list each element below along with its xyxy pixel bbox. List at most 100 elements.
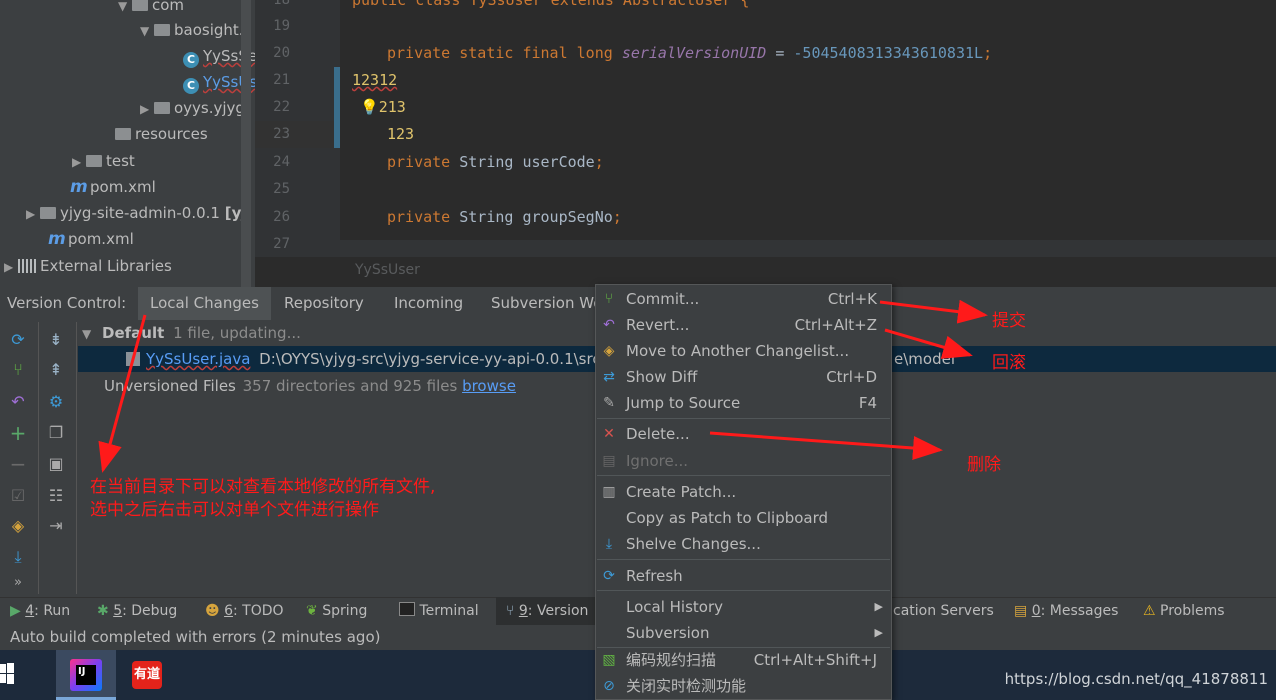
tool-problems[interactable]: ⚠ Problems bbox=[1143, 597, 1225, 625]
annotation-revert: 回滚 bbox=[992, 353, 1026, 373]
disable-icon: ⊘ bbox=[603, 678, 615, 694]
tool-messages[interactable]: ▤ 0: Messages bbox=[1014, 597, 1118, 625]
intellij-idea-logo: IJ bbox=[76, 665, 96, 685]
tree-item-root-pom-xml[interactable]: m pom.xml bbox=[48, 226, 134, 252]
rollback-icon[interactable]: ↶ bbox=[7, 391, 29, 413]
menu-item-delete[interactable]: ✕ Delete... bbox=[596, 421, 891, 447]
code-line[interactable]: 💡213 bbox=[360, 94, 406, 121]
more-icon[interactable]: » bbox=[7, 572, 29, 594]
collapse-arrow-icon[interactable]: ▶ bbox=[4, 254, 18, 280]
tab-incoming[interactable]: Incoming bbox=[382, 287, 475, 320]
folder-icon bbox=[132, 0, 148, 11]
copy-icon[interactable]: ❐ bbox=[45, 422, 67, 444]
menu-separator bbox=[597, 590, 890, 591]
collapse-all-icon[interactable]: ⇞ bbox=[45, 359, 67, 381]
editor-hscroll[interactable] bbox=[340, 240, 1276, 257]
code-line[interactable]: private String groupSegNo; bbox=[387, 204, 622, 231]
tool-version-control[interactable]: ⑂ 9: Version bbox=[496, 597, 599, 625]
preview-icon[interactable]: ▣ bbox=[45, 453, 67, 475]
status-message[interactable]: Auto build completed with errors (2 minu… bbox=[10, 625, 380, 650]
line-number: 25 bbox=[273, 181, 290, 197]
code-line[interactable]: public class YySsUser extends AbstractUs… bbox=[352, 0, 749, 14]
tab-repository[interactable]: Repository bbox=[272, 287, 376, 320]
folder-icon bbox=[154, 24, 170, 36]
checkbox-icon[interactable]: ☑ bbox=[7, 485, 29, 507]
tool-todo[interactable]: ☻ 6: TODO bbox=[205, 597, 284, 625]
class-icon: C bbox=[183, 52, 199, 68]
menu-item-jump-source[interactable]: ✎ Jump to Source F4 bbox=[596, 390, 891, 416]
menu-item-create-patch[interactable]: ▥ Create Patch... bbox=[596, 479, 891, 505]
changed-file-row[interactable]: YySsUser.java D:\OYYS\yjyg-src\yjyg-serv… bbox=[126, 346, 606, 372]
expand-arrow-icon[interactable]: ▼ bbox=[118, 0, 132, 19]
menu-item-local-history[interactable]: Local History ▶ bbox=[596, 594, 891, 620]
settings-gear-icon[interactable]: ⚙ bbox=[45, 391, 67, 413]
toolbar-divider bbox=[76, 322, 77, 594]
expand-all-icon[interactable]: ⇟ bbox=[45, 329, 67, 351]
menu-item-code-scan[interactable]: ▧ 编码规约扫描 Ctrl+Alt+Shift+J bbox=[596, 647, 891, 673]
menu-item-move-changelist[interactable]: ◈ Move to Another Changelist... bbox=[596, 338, 891, 364]
tree-item-site-admin[interactable]: ▶ yjyg-site-admin-0.0.1 [yj bbox=[26, 200, 247, 226]
tree-item-pom-xml[interactable]: m pom.xml bbox=[70, 174, 156, 200]
move-changelist-icon: ◈ bbox=[603, 343, 615, 359]
refresh-icon[interactable]: ⟳ bbox=[7, 329, 29, 351]
tree-item-baosight[interactable]: ▼ baosight.s bbox=[140, 17, 251, 43]
file-path-tail: e\model bbox=[894, 350, 955, 368]
tree-item-test[interactable]: ▶ test bbox=[72, 148, 135, 174]
code-line[interactable]: private static final long serialVersionU… bbox=[387, 40, 992, 67]
menu-item-subversion[interactable]: Subversion ▶ bbox=[596, 620, 891, 646]
maven-icon: m bbox=[70, 177, 88, 197]
menu-item-shelve[interactable]: ⤓ Shelve Changes... bbox=[596, 531, 891, 557]
scan-icon: ▧ bbox=[602, 652, 616, 668]
code-line[interactable]: 123 bbox=[387, 121, 414, 148]
tool-spring[interactable]: ❦ Spring bbox=[306, 597, 367, 625]
menu-item-show-diff[interactable]: ⇄ Show Diff Ctrl+D bbox=[596, 364, 891, 390]
shelve-icon: ⤓ bbox=[605, 536, 613, 552]
menu-item-revert[interactable]: ↶ Revert... Ctrl+Alt+Z bbox=[596, 312, 891, 338]
collapse-arrow-icon[interactable]: ▶ bbox=[72, 149, 86, 175]
collapse-arrow-icon[interactable]: ▶ bbox=[140, 96, 154, 122]
windows-start-icon[interactable] bbox=[0, 662, 14, 686]
tree-item-oyys-yjyg[interactable]: ▶ oyys.yjyg bbox=[140, 95, 245, 121]
add-icon[interactable]: + bbox=[7, 422, 29, 444]
tree-scrollbar[interactable] bbox=[241, 0, 251, 287]
browse-link[interactable]: browse bbox=[462, 377, 516, 395]
tree-item-com[interactable]: ▼ com bbox=[118, 0, 184, 18]
menu-item-copy-patch[interactable]: Copy as Patch to Clipboard bbox=[596, 505, 891, 531]
breadcrumb[interactable]: YySsUser bbox=[355, 262, 420, 278]
remove-icon[interactable]: − bbox=[7, 453, 29, 475]
code-line[interactable]: 12312 bbox=[352, 67, 397, 94]
lightbulb-icon[interactable]: 💡 bbox=[360, 98, 379, 116]
expand-arrow-icon[interactable]: ▼ bbox=[82, 327, 91, 341]
menu-item-ignore[interactable]: ▤ Ignore... bbox=[596, 448, 891, 474]
code-editor[interactable]: public class YySsUser extends AbstractUs… bbox=[340, 0, 1276, 257]
code-line[interactable]: private String userCode; bbox=[387, 149, 604, 176]
menu-item-commit[interactable]: ⑂ Commit... Ctrl+K bbox=[596, 286, 891, 312]
tool-terminal[interactable]: Terminal bbox=[399, 597, 479, 625]
tab-local-changes[interactable]: Local Changes bbox=[138, 287, 271, 320]
menu-item-disable-realtime[interactable]: ⊘ 关闭实时检测功能 bbox=[596, 673, 891, 699]
watermark-url: https://blog.csdn.net/qq_41878811 bbox=[1004, 670, 1268, 688]
tool-debug[interactable]: ✱ 5: Debug bbox=[97, 597, 177, 625]
resources-folder-icon bbox=[115, 128, 131, 140]
tool-application-servers[interactable]: cation Servers bbox=[893, 597, 994, 625]
context-menu: ⑂ Commit... Ctrl+K ↶ Revert... Ctrl+Alt+Z ◈ M… bbox=[595, 284, 892, 700]
java-file-icon bbox=[126, 352, 140, 366]
group-by-icon[interactable]: ☷ bbox=[45, 485, 67, 507]
move-changelist-icon[interactable]: ◈ bbox=[7, 515, 29, 537]
shelve-icon[interactable]: ⤓ bbox=[7, 546, 29, 568]
tool-run[interactable]: ▶ 4: Run bbox=[10, 597, 70, 625]
expand-arrow-icon[interactable]: ▼ bbox=[140, 18, 154, 44]
annotation-note-line2: 选中之后右击可以对单个文件进行操作 bbox=[90, 500, 379, 520]
unversioned-files-row[interactable]: Unversioned Files 357 directories and 92… bbox=[104, 373, 516, 399]
export-icon[interactable]: ⇥ bbox=[45, 515, 67, 537]
project-tree: ▼ com ▼ baosight.s C YySsSe C YySsUs ▶ oyys.y… bbox=[0, 0, 255, 287]
youdao-dictionary-icon[interactable]: 有道 bbox=[132, 661, 162, 689]
changelist-default[interactable]: ▼ Default 1 file, updating... bbox=[82, 320, 301, 346]
line-number: 23 bbox=[273, 126, 290, 142]
submenu-arrow-icon: ▶ bbox=[874, 600, 883, 613]
commit-icon[interactable]: ⑂ bbox=[7, 359, 29, 381]
tree-item-external-libraries[interactable]: ▶ External Libraries bbox=[4, 253, 172, 279]
collapse-arrow-icon[interactable]: ▶ bbox=[26, 201, 40, 227]
menu-item-refresh[interactable]: ⟳ Refresh bbox=[596, 563, 891, 589]
tree-item-resources[interactable]: resources bbox=[115, 121, 208, 147]
